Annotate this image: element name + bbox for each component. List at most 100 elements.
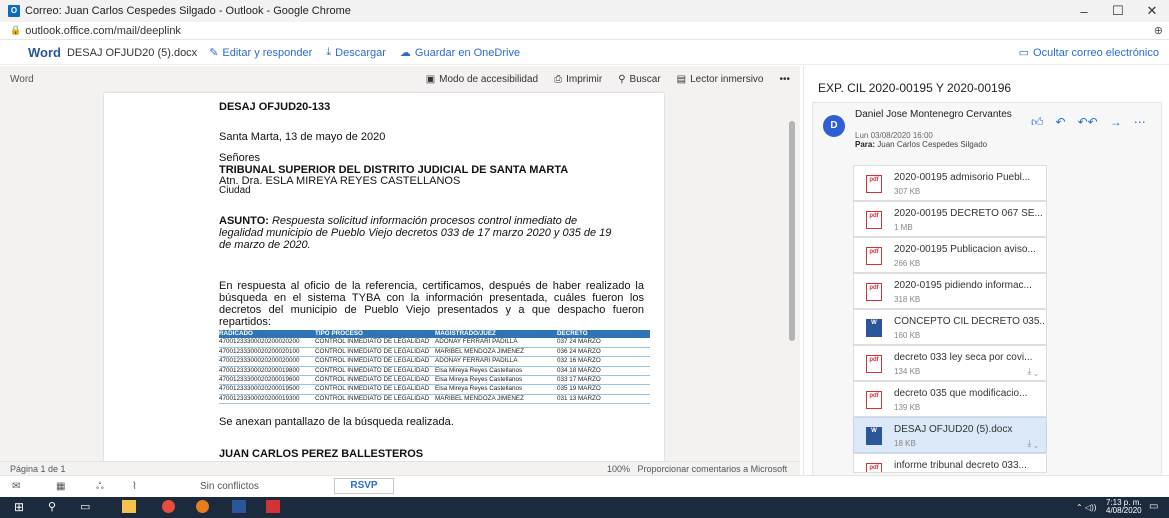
maximize-button[interactable]: ☐	[1101, 3, 1135, 19]
search-label: Buscar	[629, 73, 661, 85]
doc-city: Ciudad	[219, 185, 251, 196]
url-text[interactable]: outlook.office.com/mail/deeplink	[25, 25, 181, 37]
download-button[interactable]: ⤓ Descargar	[326, 46, 386, 59]
save-onedrive-button[interactable]: ☁ Guardar en OneDrive	[399, 46, 520, 60]
bottom-bar: ✉ ▦ ஃ ⌇ Sin conflictos RSVP	[0, 475, 1169, 497]
zoom-level[interactable]: 100%	[607, 464, 630, 474]
hide-email-label: Ocultar correo electrónico	[1033, 46, 1159, 59]
viewer-scrollbar[interactable]	[789, 121, 795, 341]
attachment-item[interactable]: pdf 2020-00195 Publicacion aviso... 266 KB	[853, 237, 1047, 273]
search-button[interactable]: ⚲ Buscar	[618, 74, 660, 85]
table-cell: 037 24 MARZO	[557, 338, 601, 346]
more-actions-icon[interactable]: ⋯	[1134, 115, 1146, 130]
reply-icon[interactable]: ↶	[1056, 115, 1066, 130]
attachment-size: 307 KB	[894, 187, 921, 196]
attachment-item[interactable]: pdf 2020-0195 pidiendo informac... 318 KB	[853, 273, 1047, 309]
print-label: Imprimir	[566, 73, 603, 85]
people-icon[interactable]: ஃ	[96, 481, 104, 493]
like-icon[interactable]: 👍︎	[1031, 115, 1044, 130]
attachment-name: DESAJ OFJUD20 (5).docx	[894, 424, 1013, 435]
file-explorer-icon[interactable]	[122, 500, 136, 513]
table-row: 47001233300020200019500 CONTROL INMEDIATO…	[219, 385, 650, 395]
results-table: RADICADO TIPO PROCESO MAGISTRADO/JUEZ DE…	[219, 330, 650, 405]
table-cell: 47001233300020200019500	[219, 385, 300, 393]
reading-pane: EXP. CIL 2020-00195 Y 2020-00196 D Danie…	[803, 66, 1169, 477]
word-file-icon: W	[866, 319, 882, 337]
word-taskbar-icon[interactable]	[232, 500, 246, 513]
attachment-size: 1 MB	[894, 223, 913, 232]
pdf-file-icon: pdf	[866, 247, 882, 265]
attachment-size: 18 KB	[894, 439, 916, 448]
sender-name[interactable]: Daniel Jose Montenegro Cervantes	[855, 109, 1025, 120]
site-info-icon[interactable]: ⊕	[1154, 24, 1163, 37]
accessibility-button[interactable]: ▣ Modo de accesibilidad	[426, 74, 538, 85]
edit-reply-button[interactable]: ✎ Editar y responder	[209, 46, 312, 60]
chrome-icon[interactable]	[162, 500, 175, 513]
table-cell: CONTROL INMEDIATO DE LEGALIDAD	[315, 366, 430, 374]
document-viewer: Word ▣ Modo de accesibilidad ⎙ Imprimir ⚲ B…	[0, 66, 800, 461]
minimize-button[interactable]: –	[1067, 4, 1101, 19]
avatar[interactable]: D	[823, 115, 845, 137]
attachment-name: 2020-00195 DECRETO 067 SE...	[894, 208, 1043, 219]
clock[interactable]: 7:13 p. m. 4/08/2020	[1106, 499, 1142, 515]
acrobat-icon[interactable]	[266, 500, 280, 513]
task-view-icon[interactable]: ▭	[80, 500, 90, 513]
forward-icon[interactable]: →	[1110, 115, 1122, 130]
attach-icon[interactable]: ⌇	[132, 481, 137, 492]
viewer-app-label: Word	[10, 73, 34, 85]
attachment-item[interactable]: W DESAJ OFJUD20 (5).docx 18 KB ⤓ ⌄	[853, 417, 1047, 453]
feedback-link[interactable]: Proporcionar comentarios a Microsoft	[638, 464, 788, 474]
download-chevron-icon[interactable]: ⤓ ⌄	[1027, 366, 1038, 377]
address-bar[interactable]: 🔒 outlook.office.com/mail/deeplink ⊕	[0, 22, 1169, 40]
volume-icon[interactable]: ⌃ ◁))	[1076, 503, 1096, 512]
rsvp-button[interactable]: RSVP	[334, 478, 394, 494]
attachment-item[interactable]: pdf 2020-00195 admisorio Puebl... 307 KB	[853, 165, 1047, 201]
pdf-file-icon: pdf	[866, 211, 882, 229]
hide-email-button[interactable]: ▭ Ocultar correo electrónico	[1019, 46, 1159, 60]
windows-start-icon[interactable]: ⊞	[14, 500, 24, 514]
table-cell: 033 17 MARZO	[557, 376, 601, 384]
table-cell: 47001233300020200019800	[219, 366, 300, 374]
search-taskbar-icon[interactable]: ⚲	[48, 500, 56, 513]
table-cell: 47001233300020200020100	[219, 347, 300, 355]
col-radicado: RADICADO	[219, 330, 253, 337]
immersive-reader-button[interactable]: ▤ Lector inmersivo	[677, 74, 764, 85]
mail-icon[interactable]: ✉	[12, 481, 20, 492]
cloud-icon: ☁	[399, 47, 411, 59]
attachment-item[interactable]: pdf decreto 035 que modificacio... 139 KB	[853, 381, 1047, 417]
table-cell: Elsa Mireya Reyes Castellanos	[435, 366, 523, 374]
download-icon: ⤓	[326, 46, 332, 58]
table-cell: CONTROL INMEDIATO DE LEGALIDAD	[315, 338, 430, 346]
windows-taskbar: ⊞ ⚲ ▭ ⌃ ◁)) 7:13 p. m. 4/08/2020 ▭	[0, 497, 1169, 518]
close-button[interactable]: ✕	[1135, 3, 1169, 19]
doc-signer: JUAN CARLOS PEREZ BALLESTEROS	[219, 448, 424, 460]
more-options-button[interactable]: •••	[779, 74, 790, 85]
doc-reference: DESAJ OFJUD20-133	[219, 101, 331, 113]
viewer-toolbar: Word ▣ Modo de accesibilidad ⎙ Imprimir ⚲ B…	[0, 66, 800, 92]
attachment-item[interactable]: pdf 2020-00195 DECRETO 067 SE... 1 MB	[853, 201, 1047, 237]
recipient-name[interactable]: Juan Carlos Cespedes Silgado	[877, 140, 987, 149]
recipients: Para: Juan Carlos Cespedes Silgado	[855, 140, 987, 149]
attachment-item[interactable]: W CONCEPTO CIL DECRETO 035... 160 KB	[853, 309, 1047, 345]
attachment-item[interactable]: pdf decreto 033 ley seca por covi... 134 K…	[853, 345, 1047, 381]
doc-annex: Se anexan pantallazo de la búsqueda real…	[219, 416, 454, 428]
notifications-icon[interactable]: ▭	[1149, 501, 1158, 512]
table-cell: CONTROL INMEDIATO DE LEGALIDAD	[315, 347, 430, 355]
attachment-item[interactable]: pdf informe tribunal decreto 033...	[853, 453, 1047, 473]
table-cell: Elsa Mireya Reyes Castellanos	[435, 385, 523, 393]
table-cell: 034 18 MARZO	[557, 366, 601, 374]
table-cell: CONTROL INMEDIATO DE LEGALIDAD	[315, 385, 430, 393]
table-cell: 47001233300020200020200	[219, 338, 300, 346]
to-label: Para:	[855, 140, 876, 149]
calendar-icon[interactable]: ▦	[56, 481, 65, 492]
browser-icon[interactable]	[196, 500, 209, 513]
doc-salutation: Señores	[219, 152, 260, 164]
accessibility-label: Modo de accesibilidad	[439, 73, 539, 85]
download-chevron-icon[interactable]: ⤓ ⌄	[1027, 438, 1038, 449]
reply-all-icon[interactable]: ↶↶	[1078, 115, 1098, 130]
col-magistrado: MAGISTRADO/JUEZ	[435, 330, 496, 337]
print-button[interactable]: ⎙ Imprimir	[554, 74, 602, 85]
pdf-file-icon: pdf	[866, 463, 882, 472]
conflicts-text: Sin conflictos	[200, 481, 259, 492]
email-date: Lun 03/08/2020 16:00	[855, 131, 933, 140]
